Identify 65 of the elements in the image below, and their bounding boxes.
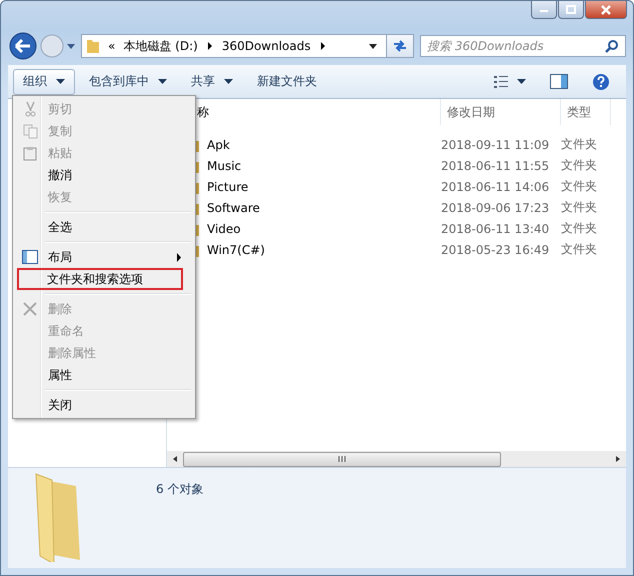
menu-item[interactable]: 撤消 <box>15 164 193 186</box>
type-cell-text: 文件夹 <box>561 178 598 195</box>
type-cell-text: 文件夹 <box>561 199 598 216</box>
column-header[interactable]: 修改日期 <box>441 99 561 125</box>
chevron-right-icon[interactable] <box>318 41 327 51</box>
menu-item[interactable]: 文件夹和搜索选项 <box>17 268 183 290</box>
refresh-button[interactable] <box>386 35 413 57</box>
toolbar-button[interactable]: 新建文件夹 <box>247 68 327 94</box>
address-bar[interactable]: « 本地磁盘 (D:) 360Downloads <box>81 34 414 58</box>
list-view-icon <box>494 76 508 88</box>
caret-icon <box>517 78 526 84</box>
type-cell-text: 文件夹 <box>561 157 598 174</box>
dropdown-icon[interactable] <box>368 42 378 50</box>
breadcrumb[interactable]: 本地磁盘 (D:) <box>123 38 198 54</box>
file-name[interactable]: Music <box>207 158 441 172</box>
file-name[interactable]: Picture <box>207 180 441 194</box>
back-button[interactable] <box>8 31 38 61</box>
column-header[interactable]: 类型 <box>561 99 611 125</box>
breadcrumb[interactable]: 360Downloads <box>222 39 311 53</box>
menu-item[interactable]: 全选 <box>15 216 193 238</box>
copy-icon <box>22 124 38 138</box>
object-count: 6 个对象 <box>156 481 204 498</box>
help-icon <box>592 72 610 90</box>
date-cell-text: 2018-06-11 11:55 <box>441 158 550 172</box>
toolbar-button[interactable]: 组织 <box>13 68 75 94</box>
date-cell-text: 2018-06-11 13:40 <box>441 222 550 236</box>
preview-pane-icon <box>550 74 568 89</box>
caret-icon <box>224 78 233 84</box>
caret-icon <box>56 78 65 84</box>
menu-item[interactable]: 布局 <box>15 246 193 268</box>
type-cell-text: 文件夹 <box>561 136 598 153</box>
delete-icon <box>23 302 37 316</box>
file-name[interactable]: Apk <box>207 138 441 152</box>
search-icon <box>605 39 619 53</box>
folder-icon <box>86 38 100 54</box>
history-dropdown-icon[interactable] <box>66 41 76 51</box>
layout-icon <box>22 250 38 264</box>
toolbar-button[interactable]: 包含到库中 <box>79 68 177 94</box>
type-cell-text: 文件夹 <box>561 220 598 237</box>
scissors-icon <box>23 101 37 117</box>
scroll-left-icon[interactable] <box>171 455 179 463</box>
file-name[interactable]: Win7(C#) <box>207 242 441 256</box>
maximize-icon <box>565 5 577 14</box>
date-cell-text: 2018-09-11 11:09 <box>441 138 550 152</box>
clipboard-icon <box>23 146 37 160</box>
close-button[interactable] <box>585 1 627 19</box>
chevron-right-icon[interactable] <box>206 41 214 51</box>
date-cell-text: 2018-05-23 16:49 <box>441 242 550 256</box>
type-cell-text: 文件夹 <box>561 241 598 258</box>
grip-icon <box>337 455 347 463</box>
file-name[interactable]: Software <box>207 200 441 214</box>
toolbar-button[interactable]: 共享 <box>181 68 243 94</box>
scroll-right-icon[interactable] <box>614 455 622 463</box>
horizontal-scrollbar[interactable] <box>167 451 626 467</box>
file-name[interactable]: Video <box>207 222 441 236</box>
date-cell-text: 2018-06-11 14:06 <box>441 180 550 194</box>
menu-item[interactable]: 关闭 <box>15 394 193 416</box>
close-icon <box>600 4 612 14</box>
caret-icon <box>158 78 167 84</box>
maximize-button[interactable] <box>558 1 584 19</box>
date-cell-text: 2018-09-06 17:23 <box>441 200 550 214</box>
refresh-icon <box>392 39 408 53</box>
minimize-button[interactable] <box>531 1 557 19</box>
overflow-chevron[interactable]: « <box>108 39 116 53</box>
menu-item[interactable]: 属性 <box>15 364 193 386</box>
